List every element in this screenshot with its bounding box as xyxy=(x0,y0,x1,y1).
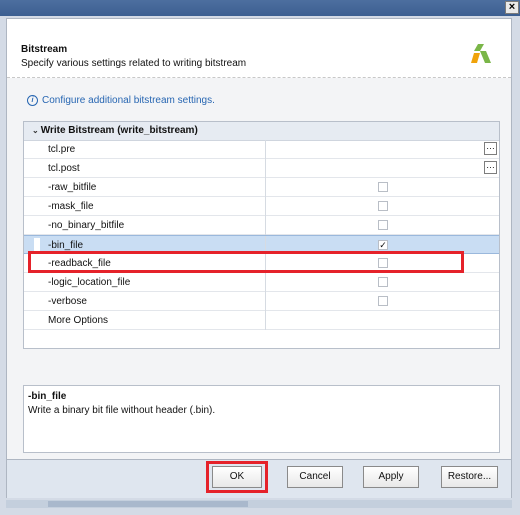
settings-dialog: Bitstream Specify various settings relat… xyxy=(6,18,512,460)
option-name: -verbose xyxy=(48,296,87,307)
table-row[interactable]: -no_binary_bitfile xyxy=(24,216,499,235)
page-title: Bitstream xyxy=(21,44,68,55)
info-link[interactable]: i Configure additional bitstream setting… xyxy=(27,95,215,106)
dialog-header: Bitstream Specify various settings relat… xyxy=(7,19,511,78)
column-divider xyxy=(265,197,266,216)
option-checkbox[interactable] xyxy=(378,277,388,287)
option-name: -logic_location_file xyxy=(48,277,131,288)
scrollbar-thumb[interactable] xyxy=(48,501,248,507)
option-name: -no_binary_bitfile xyxy=(48,220,125,231)
description-text: Write a binary bit file without header (… xyxy=(28,405,216,416)
highlight-box-bin-file xyxy=(28,251,464,273)
option-checkbox[interactable] xyxy=(378,182,388,192)
options-table: ⌄ Write Bitstream (write_bitstream) tcl.p… xyxy=(23,121,500,349)
row-marker xyxy=(34,238,40,252)
column-divider xyxy=(265,140,266,159)
option-checkbox[interactable]: ✓ xyxy=(378,240,388,250)
column-divider xyxy=(265,159,266,178)
option-name: -mask_file xyxy=(48,201,94,212)
table-row[interactable]: -verbose xyxy=(24,292,499,311)
page-subtitle: Specify various settings related to writ… xyxy=(21,58,247,69)
column-divider xyxy=(265,311,266,330)
title-bar: × xyxy=(0,0,520,16)
group-header[interactable]: ⌄ Write Bitstream (write_bitstream) xyxy=(24,122,499,141)
option-checkbox[interactable] xyxy=(378,201,388,211)
cancel-button[interactable]: Cancel xyxy=(287,466,343,488)
table-row[interactable]: -logic_location_file xyxy=(24,273,499,292)
option-name: tcl.pre xyxy=(48,144,76,155)
close-icon[interactable]: × xyxy=(505,1,519,14)
info-link-label[interactable]: Configure additional bitstream settings. xyxy=(42,95,215,106)
table-row[interactable]: More Options xyxy=(24,311,499,330)
column-divider xyxy=(265,273,266,292)
table-row[interactable]: tcl.post … xyxy=(24,159,499,178)
apply-button[interactable]: Apply xyxy=(363,466,419,488)
description-title: -bin_file xyxy=(28,391,67,402)
option-name: -raw_bitfile xyxy=(48,182,97,193)
highlight-box-ok xyxy=(206,461,268,493)
group-label: Write Bitstream (write_bitstream) xyxy=(40,125,198,136)
browse-button[interactable]: … xyxy=(484,142,497,155)
option-name: tcl.post xyxy=(48,163,80,174)
column-divider xyxy=(265,178,266,197)
table-row[interactable]: tcl.pre … xyxy=(24,140,499,159)
option-checkbox[interactable] xyxy=(378,220,388,230)
chevron-down-icon[interactable]: ⌄ xyxy=(32,122,39,140)
option-checkbox[interactable] xyxy=(378,296,388,306)
table-row[interactable]: -raw_bitfile xyxy=(24,178,499,197)
table-row[interactable]: -mask_file xyxy=(24,197,499,216)
restore-button[interactable]: Restore... xyxy=(441,466,498,488)
description-panel: -bin_file Write a binary bit file withou… xyxy=(23,385,500,453)
xilinx-logo-icon xyxy=(471,44,491,63)
browse-button[interactable]: … xyxy=(484,161,497,174)
info-icon: i xyxy=(27,95,38,106)
option-name: More Options xyxy=(48,315,109,326)
horizontal-scrollbar[interactable] xyxy=(6,500,512,508)
column-divider xyxy=(265,216,266,235)
column-divider xyxy=(265,292,266,311)
